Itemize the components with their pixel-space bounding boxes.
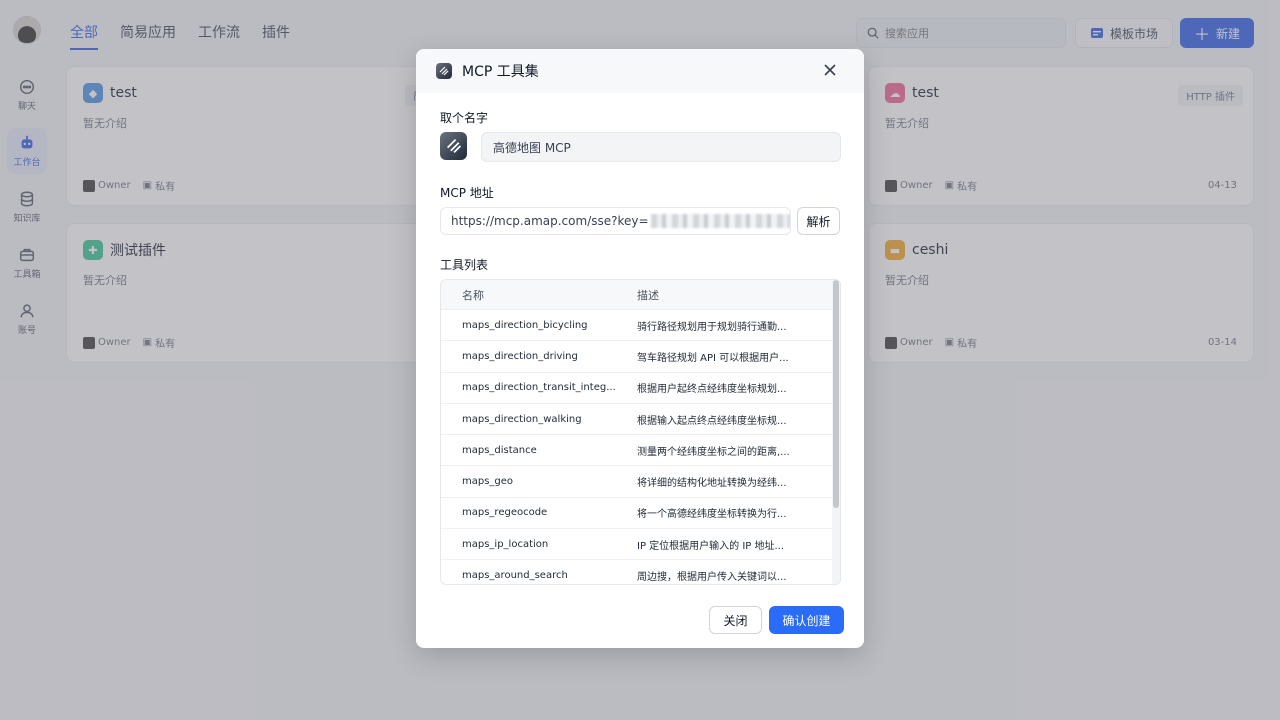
tool-desc: 根据用户起终点经纬度坐标规划... [637,384,787,396]
tool-desc: 驾车路径规划 API 可以根据用户... [637,352,789,364]
name-label: 取个名字 [440,111,489,125]
redacted-key [650,214,790,228]
url-value: https://mcp.amap.com/sse?key= [451,214,649,228]
table-row[interactable]: maps_geo 将详细的结构化地址转换为经纬... [441,466,833,498]
tool-desc: 测量两个经纬度坐标之间的距离,... [637,446,790,458]
tool-desc: IP 定位根据用户输入的 IP 地址... [637,540,785,552]
name-input[interactable] [481,132,841,162]
tool-name: maps_regeocode [462,507,548,519]
tool-name: maps_direction_transit_integ... [462,382,616,394]
url-label: MCP 地址 [440,186,494,200]
parse-button[interactable]: 解析 [797,207,840,235]
tool-name: maps_direction_driving [462,350,578,362]
tool-desc: 周边搜，根据用户传入关键词以... [637,572,787,584]
table-row[interactable]: maps_around_search 周边搜，根据用户传入关键词以... [441,560,833,584]
tool-desc: 将详细的结构化地址转换为经纬... [637,478,787,490]
tool-name: maps_around_search [462,570,568,582]
mcp-modal: MCP 工具集 取个名字 MCP 地址 https://mcp.amap.com… [416,49,864,648]
tool-desc: 根据输入起点终点经纬度坐标规... [637,415,787,427]
url-input[interactable]: https://mcp.amap.com/sse?key= [440,207,791,235]
scrollbar-thumb[interactable] [833,280,839,508]
cancel-button[interactable]: 关闭 [709,606,762,634]
tool-name: maps_distance [462,444,537,456]
confirm-button[interactable]: 确认创建 [769,606,844,634]
table-row[interactable]: maps_ip_location IP 定位根据用户输入的 IP 地址... [441,529,833,561]
mcp-logo-icon[interactable] [440,132,467,160]
table-row[interactable]: maps_regeocode 将一个高德经纬度坐标转换为行... [441,498,833,530]
table-row[interactable]: maps_direction_transit_integ... 根据用户起终点经纬… [441,373,833,404]
name-row [440,132,841,162]
tool-name: maps_direction_walking [462,413,582,425]
table-row[interactable]: maps_direction_driving 驾车路径规划 API 可以根据用户.… [441,341,833,373]
modal-footer: 关闭 确认创建 [709,606,844,634]
tool-name: maps_ip_location [462,538,549,550]
tool-desc: 将一个高德经纬度坐标转换为行... [637,509,787,521]
mcp-logo-icon [436,63,452,79]
close-icon[interactable] [822,62,838,78]
table-row[interactable]: maps_distance 测量两个经纬度坐标之间的距离,... [441,435,833,467]
modal-header: MCP 工具集 [416,49,864,93]
tools-label: 工具列表 [440,258,489,272]
table-row[interactable]: maps_direction_walking 根据输入起点终点经纬度坐标规... [441,404,833,436]
tool-name: maps_direction_bicycling [462,319,588,331]
url-row: https://mcp.amap.com/sse?key= 解析 [440,207,841,235]
col-desc-header: 描述 [637,288,659,302]
table-row[interactable]: maps_direction_bicycling 骑行路径规划用于规划骑行通勤..… [441,310,833,342]
tool-table[interactable]: 名称 描述 maps_direction_bicycling 骑行路径规划用于规划… [440,279,841,585]
modal-title: MCP 工具集 [462,64,539,80]
table-header: 名称 描述 [441,280,840,310]
tool-desc: 骑行路径规划用于规划骑行通勤... [637,321,787,333]
tool-name: maps_geo [462,476,514,488]
col-name-header: 名称 [462,288,484,302]
